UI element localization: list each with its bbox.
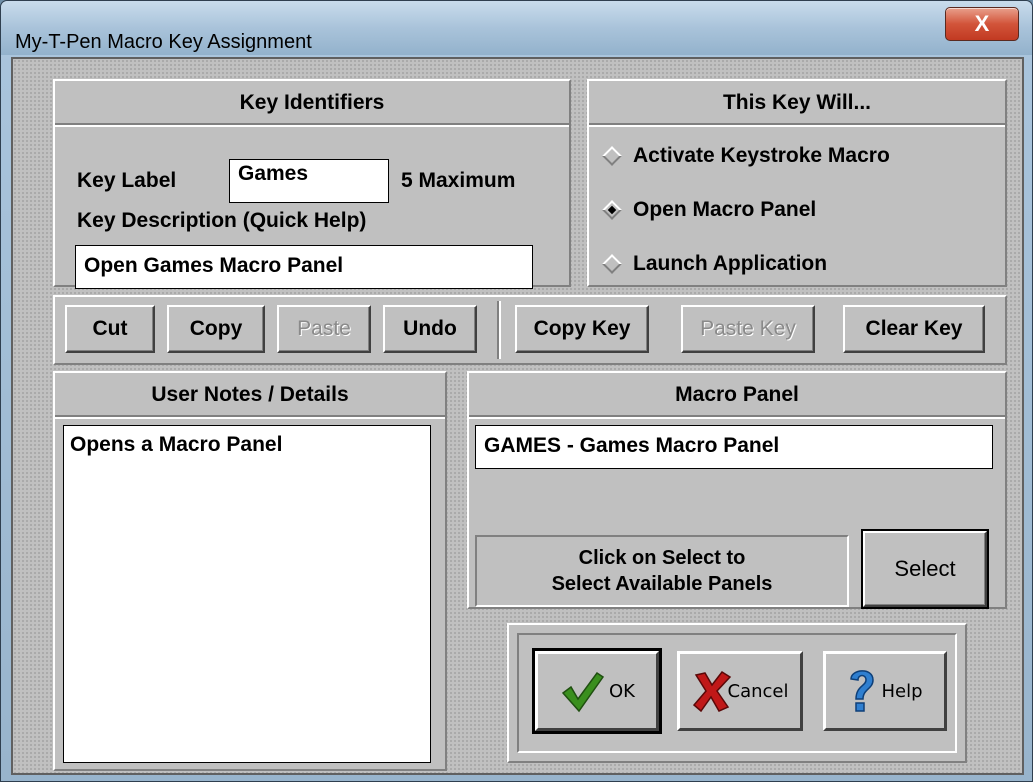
key-description-input[interactable]: Open Games Macro Panel — [75, 245, 533, 289]
ok-button[interactable]: OK — [532, 648, 662, 734]
macro-panel-field[interactable]: GAMES - Games Macro Panel — [475, 425, 993, 469]
key-description-caption: Key Description (Quick Help) — [77, 209, 367, 232]
red-x-icon — [692, 671, 731, 713]
cancel-button[interactable]: Cancel — [677, 651, 803, 731]
undo-button[interactable]: Undo — [383, 305, 477, 353]
key-action-panel: This Key Will... Activate Keystroke Macr… — [587, 79, 1007, 287]
cut-button[interactable]: Cut — [65, 305, 155, 353]
max-length-hint: 5 Maximum — [401, 169, 516, 192]
copy-button[interactable]: Copy — [167, 305, 265, 353]
close-button[interactable]: X — [945, 7, 1019, 41]
key-identifiers-panel: Key Identifiers Key Label Games 5 Maximu… — [53, 79, 571, 289]
copy-key-button[interactable]: Copy Key — [515, 305, 649, 353]
window-title: My-T-Pen Macro Key Assignment — [15, 31, 312, 53]
toolbar-divider — [497, 301, 499, 359]
select-hint-line2: Select Available Panels — [551, 573, 773, 595]
key-label-caption: Key Label — [77, 169, 177, 192]
cancel-label: Cancel — [727, 680, 789, 702]
paste-key-button[interactable]: Paste Key — [681, 305, 815, 353]
select-hint-box: Click on Select to Select Available Pane… — [475, 535, 849, 607]
radio-button-icon[interactable] — [602, 254, 622, 274]
radio-open-macro-panel[interactable]: Open Macro Panel — [599, 195, 816, 225]
radio-launch-application[interactable]: Launch Application — [599, 249, 827, 279]
select-hint-line1: Click on Select to — [578, 547, 746, 569]
radio-button-selected-icon[interactable] — [602, 200, 622, 220]
radio-button-icon[interactable] — [602, 146, 622, 166]
question-mark-icon — [850, 670, 875, 712]
select-button[interactable]: Select — [861, 529, 989, 609]
radio-label: Open Macro Panel — [633, 198, 817, 221]
key-identifiers-heading: Key Identifiers — [55, 81, 569, 125]
key-label-input[interactable]: Games — [229, 159, 389, 203]
clear-key-button[interactable]: Clear Key — [843, 305, 985, 353]
help-button[interactable]: Help — [823, 651, 947, 731]
checkmark-icon — [561, 671, 605, 713]
user-notes-textarea[interactable]: Opens a Macro Panel — [63, 425, 431, 763]
dialog-client-area: Key Identifiers Key Label Games 5 Maximu… — [11, 57, 1024, 775]
paste-button[interactable]: Paste — [277, 305, 371, 353]
help-label: Help — [881, 680, 923, 702]
radio-label: Launch Application — [633, 252, 828, 275]
macro-panel-heading: Macro Panel — [469, 373, 1005, 417]
key-action-heading: This Key Will... — [589, 81, 1005, 125]
user-notes-heading: User Notes / Details — [55, 373, 445, 417]
ok-label: OK — [609, 680, 635, 702]
radio-label: Activate Keystroke Macro — [633, 144, 890, 167]
dialog-window: My-T-Pen Macro Key Assignment X Key Iden… — [0, 0, 1033, 782]
title-bar[interactable]: My-T-Pen Macro Key Assignment X — [1, 1, 1032, 55]
radio-activate-keystroke-macro[interactable]: Activate Keystroke Macro — [599, 141, 890, 171]
dialog-buttons-panel: OK Cancel Help — [507, 623, 967, 763]
edit-toolbar: Cut Copy Paste Undo Copy Key Paste Key C… — [53, 295, 1007, 365]
user-notes-panel: User Notes / Details Opens a Macro Panel — [53, 371, 447, 771]
macro-panel-group: Macro Panel GAMES - Games Macro Panel Cl… — [467, 371, 1007, 609]
